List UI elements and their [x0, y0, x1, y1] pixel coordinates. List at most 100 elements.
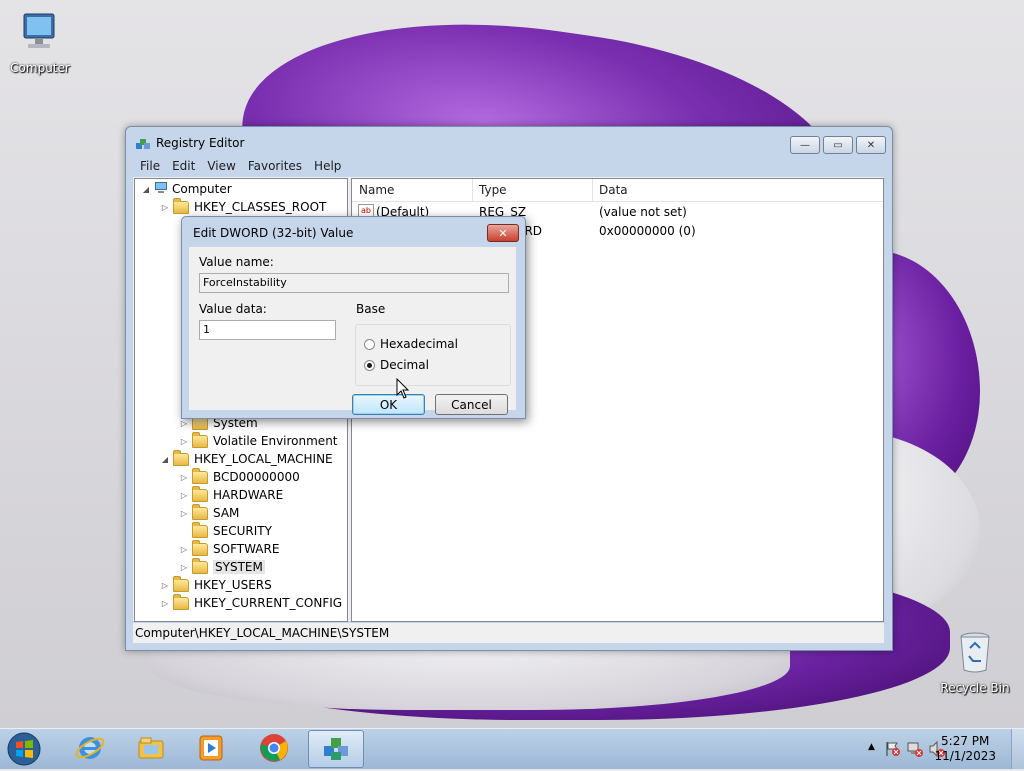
value-name-field: ForceInstability — [199, 273, 509, 293]
tree-item-hkey-users[interactable]: ▷ HKEY_USERS — [160, 575, 272, 594]
folder-icon — [173, 575, 189, 592]
registry-editor-icon — [135, 136, 151, 155]
collapsed-arrow-icon[interactable]: ▷ — [179, 473, 189, 482]
show-desktop-button[interactable] — [1011, 729, 1024, 769]
start-button[interactable] — [4, 730, 44, 768]
tree-item-software[interactable]: ▷ SOFTWARE — [179, 539, 279, 558]
base-group-label: Base — [356, 302, 386, 316]
action-center-flag-icon[interactable] — [884, 740, 902, 761]
computer-icon — [0, 10, 80, 57]
collapsed-arrow-icon[interactable]: ▷ — [179, 545, 189, 554]
menu-edit[interactable]: Edit — [166, 157, 201, 177]
menu-favorites[interactable]: Favorites — [242, 157, 308, 177]
desktop-icon-label: Recycle Bin — [940, 681, 1010, 695]
media-player-icon — [195, 732, 227, 767]
dialog-close-button[interactable]: ✕ — [487, 224, 519, 242]
radio-button-selected[interactable] — [364, 359, 375, 371]
value-data-label: Value data: — [199, 302, 267, 316]
column-header-data[interactable]: Data — [599, 183, 628, 197]
collapsed-arrow-icon[interactable]: ▷ — [179, 419, 189, 428]
collapsed-arrow-icon[interactable]: ▷ — [160, 599, 170, 608]
network-icon[interactable] — [906, 740, 924, 761]
base-group — [355, 324, 511, 386]
windows-logo-icon — [7, 732, 41, 766]
cancel-button[interactable]: Cancel — [435, 394, 508, 415]
list-header: Name Type Data — [352, 179, 883, 202]
value-data-input[interactable]: 1 — [199, 320, 336, 340]
internet-explorer-icon — [74, 732, 106, 767]
folder-icon — [192, 521, 208, 538]
recycle-bin-icon — [935, 630, 1015, 677]
taskbar-registry-editor[interactable] — [308, 730, 364, 768]
edit-dword-dialog: Edit DWORD (32-bit) Value ✕ Value name: … — [181, 216, 526, 419]
expanded-arrow-icon[interactable]: ◢ — [141, 185, 151, 194]
tree-item-hkey-current-config[interactable]: ▷ HKEY_CURRENT_CONFIG — [160, 593, 342, 612]
tree-item-hardware[interactable]: ▷ HARDWARE — [179, 485, 283, 504]
tree-item-hkey-local-machine[interactable]: ◢ HKEY_LOCAL_MACHINE — [160, 449, 333, 468]
menu-file[interactable]: File — [134, 157, 166, 177]
taskbar-file-explorer[interactable] — [123, 730, 179, 768]
tree-item-bcd00000000[interactable]: ▷ BCD00000000 — [179, 467, 300, 486]
taskbar-chrome[interactable] — [246, 730, 302, 768]
value-data: (value not set) — [599, 205, 687, 219]
collapsed-arrow-icon[interactable]: ▷ — [160, 581, 170, 590]
clock-date: 11/1/2023 — [934, 749, 996, 763]
close-button[interactable]: ✕ — [856, 136, 886, 154]
radio-decimal[interactable]: Decimal — [364, 358, 429, 372]
expanded-arrow-icon[interactable]: ◢ — [160, 455, 170, 464]
tree-item-volatile-environment[interactable]: ▷ Volatile Environment — [179, 431, 338, 450]
taskbar-clock[interactable]: 5:27 PM 11/1/2023 — [934, 734, 996, 764]
column-header-name[interactable]: Name — [359, 183, 394, 197]
radio-button[interactable] — [364, 338, 375, 350]
folder-icon — [173, 197, 189, 214]
close-icon: ✕ — [866, 139, 876, 151]
maximize-button[interactable]: ▭ — [823, 136, 853, 154]
tree-item-computer[interactable]: ◢ Computer — [141, 180, 232, 198]
minimize-button[interactable]: — — [790, 136, 820, 154]
radio-hexadecimal[interactable]: Hexadecimal — [364, 337, 458, 351]
mouse-cursor-icon — [396, 377, 410, 403]
folder-icon — [173, 593, 189, 610]
tree-item-system[interactable]: ▷ SYSTEM — [179, 557, 265, 576]
system-tray: ▲ 5:27 PM 11/1/2023 — [834, 729, 1024, 769]
close-icon: ✕ — [498, 226, 508, 240]
value-name-label: Value name: — [199, 255, 274, 269]
folder-icon — [192, 557, 208, 574]
folder-icon — [192, 467, 208, 484]
maximize-icon: ▭ — [833, 139, 843, 151]
file-explorer-icon — [135, 732, 167, 767]
tree-item-security[interactable]: SECURITY — [179, 521, 272, 540]
desktop-icon-label: Computer — [10, 61, 70, 75]
status-path: Computer\HKEY_LOCAL_MACHINE\SYSTEM — [135, 626, 390, 640]
value-data: 0x00000000 (0) — [599, 224, 696, 238]
folder-icon — [192, 539, 208, 556]
collapsed-arrow-icon[interactable]: ▷ — [179, 491, 189, 500]
clock-time: 5:27 PM — [941, 734, 990, 748]
window-title: Registry Editor — [156, 136, 245, 150]
dialog-title: Edit DWORD (32-bit) Value — [193, 226, 354, 240]
collapsed-arrow-icon[interactable]: ▷ — [160, 203, 170, 212]
collapsed-arrow-icon[interactable]: ▷ — [179, 563, 189, 572]
tree-item-sam[interactable]: ▷ SAM — [179, 503, 239, 522]
taskbar-internet-explorer[interactable] — [62, 730, 118, 768]
collapsed-arrow-icon[interactable]: ▷ — [179, 509, 189, 518]
desktop-icon-computer[interactable]: Computer — [0, 10, 80, 75]
registry-editor-icon — [320, 732, 352, 767]
title-bar[interactable]: Registry Editor — ▭ ✕ — [126, 127, 892, 157]
taskbar: ▲ 5:27 PM 11/1/2023 — [0, 728, 1024, 769]
show-hidden-icons-icon[interactable]: ▲ — [868, 742, 875, 752]
desktop-icon-recycle-bin[interactable]: Recycle Bin — [935, 630, 1015, 695]
column-divider[interactable] — [592, 179, 593, 201]
minimize-icon: — — [800, 139, 810, 151]
folder-icon — [173, 449, 189, 466]
dialog-body: Value name: ForceInstability Value data:… — [189, 247, 516, 415]
ok-button[interactable]: OK — [352, 394, 425, 415]
taskbar-media-player[interactable] — [183, 730, 239, 768]
column-header-type[interactable]: Type — [479, 183, 507, 197]
folder-icon — [192, 485, 208, 502]
column-divider[interactable] — [472, 179, 473, 201]
menu-view[interactable]: View — [201, 157, 241, 177]
collapsed-arrow-icon[interactable]: ▷ — [179, 437, 189, 446]
menu-help[interactable]: Help — [308, 157, 347, 177]
tree-item-hkey-classes-root[interactable]: ▷ HKEY_CLASSES_ROOT — [160, 197, 326, 216]
